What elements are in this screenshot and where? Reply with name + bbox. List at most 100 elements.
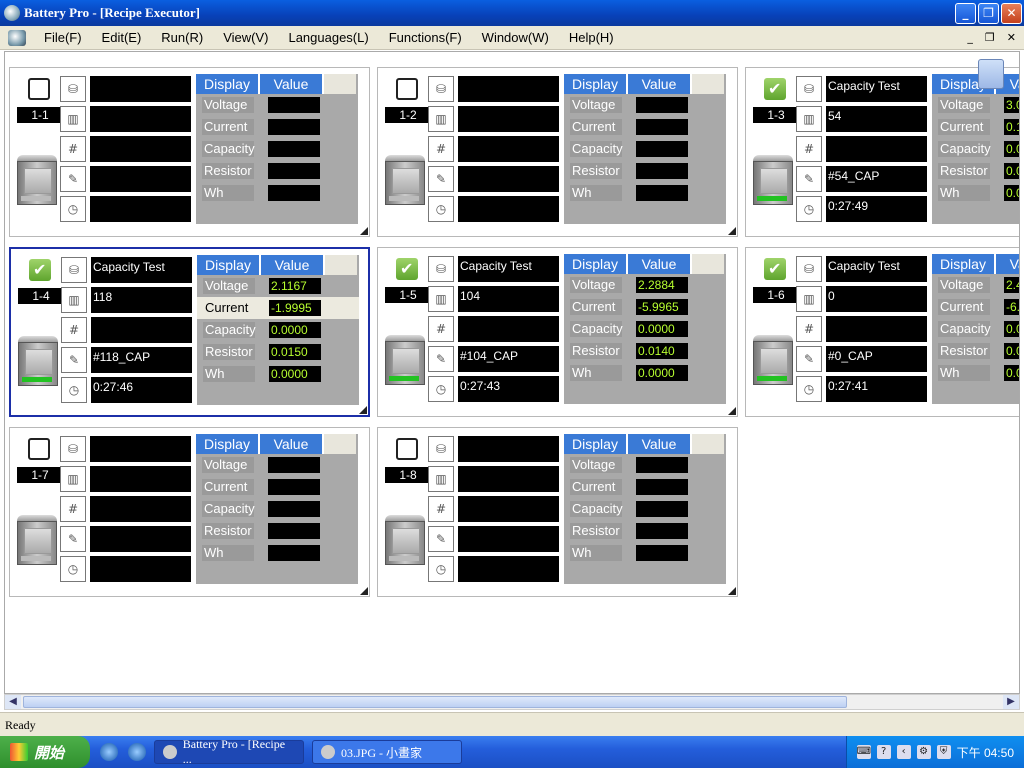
display-column-header[interactable]: Display — [197, 255, 261, 275]
task-paint[interactable]: 03.JPG - 小畫家 — [312, 740, 462, 764]
readout-row-current[interactable]: Current — [196, 116, 358, 138]
resize-grip-icon[interactable] — [728, 587, 736, 595]
readout-row-resistor[interactable]: Resistor 0.0140 — [564, 340, 726, 362]
channel-checkbox[interactable] — [29, 259, 51, 281]
readout-row-voltage[interactable]: Voltage 2.4 — [932, 274, 1019, 296]
security-shield-icon[interactable]: ⛨ — [936, 745, 951, 759]
value-column-header[interactable]: Value — [628, 74, 692, 94]
close-button[interactable]: ✕ — [1001, 2, 1022, 24]
readout-row-capacity[interactable]: Capacity 0.0 — [932, 138, 1019, 160]
readout-row-capacity[interactable]: Capacity — [196, 498, 358, 520]
barcode-field[interactable] — [90, 466, 191, 492]
barcode-field[interactable]: 54 — [826, 106, 927, 132]
readout-row-capacity[interactable]: Capacity — [564, 138, 726, 160]
readout-row-resistor[interactable]: Resistor — [196, 520, 358, 542]
value-column-header[interactable]: Value — [261, 255, 325, 275]
readout-row-current[interactable]: Current 0.1 — [932, 116, 1019, 138]
readout-row-voltage[interactable]: Voltage 2.2884 — [564, 274, 726, 296]
network-icon[interactable]: ⚙ — [916, 745, 931, 759]
task-battery-pro[interactable]: Battery Pro - [Recipe ... — [154, 737, 304, 766]
channel-panel[interactable]: 1-3⛁▥#✎◷Capacity Test54#54_CAP0:27:49Dis… — [745, 67, 1019, 237]
sequence-field[interactable] — [91, 317, 192, 343]
display-column-header[interactable]: Display — [196, 74, 260, 94]
help-icon[interactable]: ? — [876, 745, 891, 759]
sequence-field[interactable] — [458, 316, 559, 342]
file-name-field[interactable] — [458, 166, 559, 192]
value-column-header[interactable]: Value — [260, 434, 324, 454]
readout-row-resistor[interactable]: Resistor 0.0 — [932, 340, 1019, 362]
recipe-name-field[interactable] — [458, 76, 559, 102]
barcode-field[interactable] — [458, 466, 559, 492]
readout-row-wh[interactable]: Wh 0.0000 — [197, 363, 359, 385]
readout-row-current[interactable]: Current -5.9965 — [564, 296, 726, 318]
resize-grip-icon[interactable] — [359, 406, 367, 414]
channel-checkbox[interactable] — [396, 78, 418, 100]
value-column-header[interactable]: Value — [628, 434, 692, 454]
readout-row-voltage[interactable]: Voltage — [564, 454, 726, 476]
sequence-field[interactable] — [90, 136, 191, 162]
mdi-restore-button[interactable]: ❐ — [985, 31, 995, 44]
value-column-header[interactable]: Value — [260, 74, 324, 94]
elapsed-time-field[interactable] — [90, 556, 191, 582]
resize-grip-icon[interactable] — [728, 407, 736, 415]
app-icon[interactable] — [4, 5, 20, 21]
channel-panel[interactable]: 1-6 ⛁ ▥ # ✎ ◷ Capacity Test 0 #0_CAP 0:27:41 Displ… — [745, 247, 1019, 417]
readout-row-voltage[interactable]: Voltage — [564, 94, 726, 116]
readout-row-resistor[interactable]: Resistor — [564, 160, 726, 182]
display-column-header[interactable]: Display — [196, 434, 260, 454]
sequence-field[interactable] — [458, 136, 559, 162]
readout-row-current[interactable]: Current — [564, 116, 726, 138]
barcode-field[interactable]: 118 — [91, 287, 192, 313]
barcode-field[interactable] — [90, 106, 191, 132]
readout-row-wh[interactable]: Wh 0.0000 — [564, 362, 726, 384]
sequence-field[interactable] — [826, 316, 927, 342]
recipe-name-field[interactable]: Capacity Test — [91, 257, 192, 283]
channel-checkbox[interactable] — [396, 438, 418, 460]
channel-panel[interactable]: 1-8 ⛁ ▥ # ✎ ◷ Display Value Voltage Current Capaci… — [377, 427, 738, 597]
horizontal-scrollbar[interactable]: ◀ ▶ — [4, 694, 1020, 710]
display-column-header[interactable]: Display — [564, 434, 628, 454]
channel-panel[interactable]: 1-5 ⛁ ▥ # ✎ ◷ Capacity Test 104 #104_CAP 0:27:43 D… — [377, 247, 738, 417]
mdi-close-button[interactable]: ✕ — [1007, 31, 1016, 44]
file-name-field[interactable]: #54_CAP — [826, 166, 927, 192]
file-name-field[interactable] — [458, 526, 559, 552]
recipe-name-field[interactable]: Capacity Test — [826, 256, 927, 282]
readout-row-current[interactable]: Current -6. — [932, 296, 1019, 318]
elapsed-time-field[interactable] — [458, 556, 559, 582]
channel-panel[interactable]: 1-2 ⛁ ▥ # ✎ ◷ Display Value Voltage Current Capaci… — [377, 67, 738, 237]
start-button[interactable]: 開始 — [0, 736, 90, 768]
readout-row-wh[interactable]: Wh — [564, 542, 726, 564]
keyboard-icon[interactable]: ⌨ — [856, 745, 871, 759]
barcode-field[interactable] — [458, 106, 559, 132]
elapsed-time-field[interactable]: 0:27:41 — [826, 376, 927, 402]
readout-row-capacity[interactable]: Capacity 0.0000 — [564, 318, 726, 340]
recipe-name-field[interactable]: Capacity Test — [826, 76, 927, 102]
mdi-minimize-button[interactable]: _ — [967, 31, 973, 44]
value-column-header[interactable]: Value — [996, 254, 1019, 274]
ie-quicklaunch-icon[interactable] — [100, 743, 118, 761]
menu-view[interactable]: View(V) — [213, 30, 278, 45]
barcode-field[interactable]: 104 — [458, 286, 559, 312]
readout-row-capacity[interactable]: Capacity 0.0000 — [197, 319, 359, 341]
readout-row-voltage[interactable]: Voltage — [196, 454, 358, 476]
channel-checkbox[interactable] — [764, 258, 786, 280]
file-name-field[interactable]: #104_CAP — [458, 346, 559, 372]
scroll-left-arrow-icon[interactable]: ◀ — [5, 695, 21, 709]
display-column-header[interactable]: Display — [564, 74, 628, 94]
menu-window[interactable]: Window(W) — [472, 30, 559, 45]
menu-functions[interactable]: Functions(F) — [379, 30, 472, 45]
readout-row-wh[interactable]: Wh — [564, 182, 726, 204]
readout-row-resistor[interactable]: Resistor 0.0 — [932, 160, 1019, 182]
arrow-icon[interactable]: ‹ — [896, 745, 911, 759]
display-column-header[interactable]: Display — [932, 254, 996, 274]
readout-row-wh[interactable]: Wh — [196, 182, 358, 204]
elapsed-time-field[interactable] — [458, 196, 559, 222]
recipe-name-field[interactable] — [90, 76, 191, 102]
elapsed-time-field[interactable]: 0:27:43 — [458, 376, 559, 402]
channel-checkbox[interactable] — [396, 258, 418, 280]
mdi-child-icon[interactable] — [8, 29, 26, 46]
readout-row-wh[interactable]: Wh — [196, 542, 358, 564]
channel-checkbox[interactable] — [764, 78, 786, 100]
readout-row-capacity[interactable]: Capacity 0.0 — [932, 318, 1019, 340]
readout-row-voltage[interactable]: Voltage 3.0 — [932, 94, 1019, 116]
